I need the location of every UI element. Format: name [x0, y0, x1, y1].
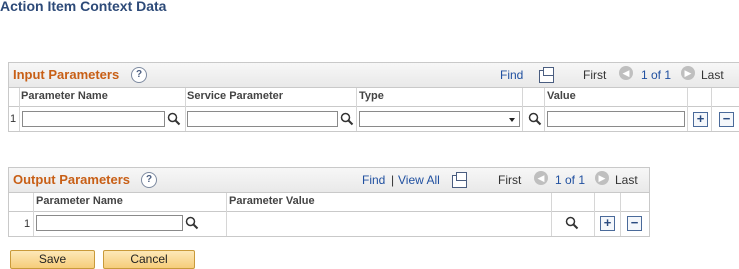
first-label: First: [498, 173, 522, 187]
output-parameters-grid: Output Parameters ? Find | View All Firs…: [8, 167, 650, 237]
magnifier-icon[interactable]: [340, 112, 354, 126]
magnifier-icon[interactable]: [528, 112, 542, 126]
chevron-right-icon[interactable]: ▶: [595, 171, 609, 185]
parameter-name-input[interactable]: [22, 111, 165, 127]
magnifier-icon[interactable]: [167, 112, 181, 126]
link-separator: |: [391, 173, 395, 187]
view-all-link[interactable]: View All: [398, 173, 440, 187]
row-number: 1: [24, 218, 31, 230]
minus-icon[interactable]: −: [627, 216, 642, 231]
row-number: 1: [10, 113, 17, 125]
input-grid-column-headers: Parameter Name Service Parameter Type Va…: [9, 88, 739, 107]
magnifier-icon[interactable]: [185, 216, 199, 230]
output-grid-column-headers: Parameter Name Parameter Value: [9, 193, 649, 212]
col-parameter-value: Parameter Value: [229, 195, 315, 207]
col-parameter-name: Parameter Name: [36, 195, 123, 207]
last-label: Last: [615, 173, 638, 187]
output-grid-header: Output Parameters ? Find | View All Firs…: [9, 168, 649, 193]
help-icon[interactable]: ?: [131, 67, 147, 83]
pager-text: 1 of 1: [555, 173, 586, 187]
input-parameters-grid: Input Parameters ? Find First ◀ 1 of 1 ▶…: [8, 62, 739, 132]
input-grid-header: Input Parameters ? Find First ◀ 1 of 1 ▶…: [9, 63, 739, 88]
output-grid-title: Output Parameters: [13, 172, 131, 187]
service-parameter-input[interactable]: [187, 111, 338, 127]
minus-icon[interactable]: −: [719, 112, 734, 127]
dropdown-arrow-icon: [509, 118, 515, 122]
chevron-right-icon[interactable]: ▶: [681, 66, 695, 80]
output-parameter-name-input[interactable]: [36, 215, 183, 231]
popout-icon[interactable]: [539, 67, 554, 83]
col-type: Type: [359, 90, 384, 102]
find-link[interactable]: Find: [362, 173, 385, 187]
col-value: Value: [547, 90, 576, 102]
save-button[interactable]: Save: [10, 250, 95, 269]
magnifier-icon[interactable]: [565, 216, 579, 230]
chevron-left-icon[interactable]: ◀: [619, 66, 633, 80]
col-service-parameter: Service Parameter: [187, 90, 284, 102]
value-input[interactable]: [547, 111, 685, 127]
chevron-left-icon[interactable]: ◀: [534, 171, 548, 185]
popout-icon[interactable]: [452, 172, 467, 188]
plus-icon[interactable]: +: [693, 112, 708, 127]
first-label: First: [583, 68, 607, 82]
pager-text: 1 of 1: [641, 68, 672, 82]
input-grid-title: Input Parameters: [13, 67, 120, 82]
help-icon[interactable]: ?: [141, 172, 157, 188]
plus-icon[interactable]: +: [600, 216, 615, 231]
find-link[interactable]: Find: [500, 68, 523, 82]
col-parameter-name: Parameter Name: [21, 90, 108, 102]
page-title: Action Item Context Data: [0, 0, 167, 14]
cancel-button[interactable]: Cancel: [103, 250, 195, 269]
last-label: Last: [701, 68, 724, 82]
type-select[interactable]: [359, 111, 520, 127]
